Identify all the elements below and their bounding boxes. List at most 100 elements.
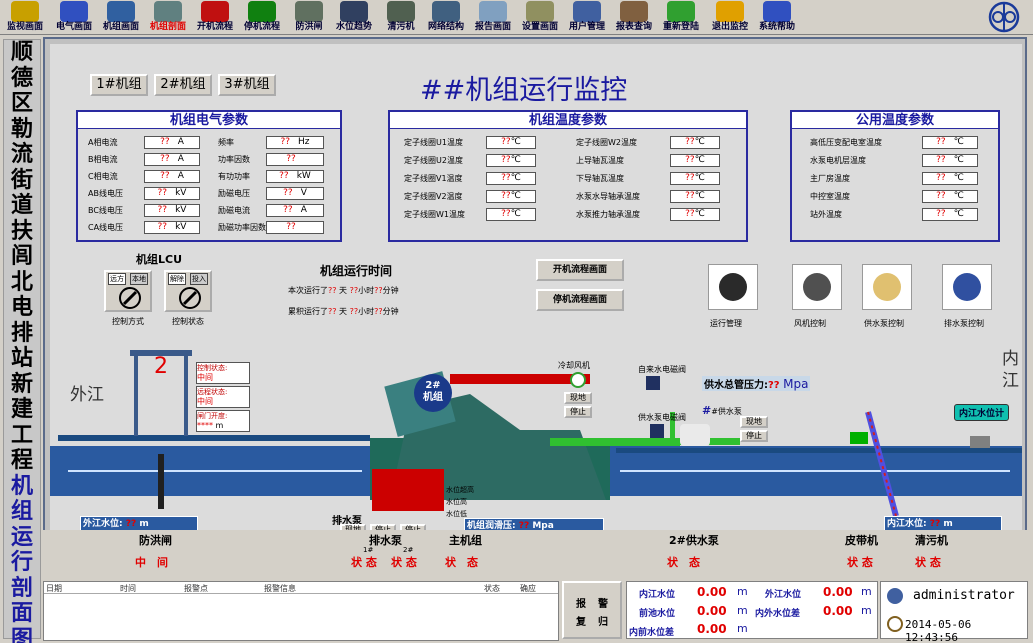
alarm-column-header: 时间 [120,584,136,593]
device-shape [873,273,901,301]
temp-label: 上导轴瓦温度 [576,156,624,165]
tap-valve-icon[interactable] [646,376,660,390]
toolbar-button-15[interactable]: 重新登陆 [658,1,704,34]
elec-value: ?? [266,221,324,234]
supply-stop-button[interactable]: 停止 [740,430,768,442]
supply-local-button[interactable]: 现地 [740,416,768,428]
toolbar-button-3[interactable]: 机组画面 [98,1,144,34]
water-levels-box: 内江水位 0.00 m 前池水位 0.00 m 内前水位差 0.00 m 外江水… [626,581,878,639]
toolbar-button-6[interactable]: 停机流程 [239,1,285,34]
public-temperature-panel: 公用温度参数 高低压变配电室温度?? ℃ 水泵电机层温度?? ℃ 主厂房温度?? ℃ 中控室… [790,110,1000,242]
value-unit: A [300,205,307,215]
value-text: ?? [685,173,695,183]
inner-level-meter-button[interactable]: 内江水位计 [954,404,1010,421]
supply-valve-label: 供水泵电磁阀 [638,413,686,422]
toolbar-button-11[interactable]: 报告画面 [470,1,516,34]
supply-pump-icon[interactable] [862,264,912,310]
logo-icon [980,1,1028,33]
stop-icon [248,1,276,22]
toolbar-button-4[interactable]: 机组剖面 [145,1,191,34]
outer-river-label: 外江 [70,385,104,405]
inner-diff-value: 0.00 [697,622,727,636]
toolbar-label: 机组剖面 [149,22,186,32]
temp-label: 水泵推力轴承温度 [576,210,640,219]
value-unit: kV [175,205,187,215]
value-text: ?? [283,205,293,215]
value-text: ?? [501,155,511,165]
outer-level-value: 0.00 [823,585,853,599]
remote-label: 远方 [108,273,126,285]
unit-1-button[interactable]: 1#机组 [90,74,148,96]
temp-value: ??℃ [486,190,536,203]
toolbar-button-1[interactable]: 监视画面 [2,1,48,34]
supply-valve-icon[interactable] [650,424,664,438]
toolbar-button-12[interactable]: 设置画面 [517,1,563,34]
elec-value: ?? V [266,187,324,200]
device-label: 运行管理 [710,319,742,328]
start-flow-button[interactable]: 开机流程画面 [536,259,624,281]
side-title: 顺德区勒流街道扶闾北电排站新建工程机组运行剖面图 [3,39,41,643]
alarm-table[interactable]: 日期 时间 报警点 报警信息 状态 确应 [43,581,559,641]
elec-value: ?? Hz [266,136,324,149]
toolbar-label: 报表查询 [615,22,652,32]
side-title-char: 行 [10,549,33,575]
unit-3-button[interactable]: 3#机组 [218,74,276,96]
toolbar-button-5[interactable]: 开机流程 [192,1,238,34]
control-mode-label: 控制方式 [112,317,144,326]
alarm-column-header: 报警信息 [264,584,296,593]
value-text: ?? [501,209,511,219]
value-unit: ℃ [694,155,705,165]
supply-pump-label: ##供水泵 [702,404,742,417]
value-unit: ℃ [953,209,964,219]
elec-value: ?? A [144,136,200,149]
toolbar-button-7[interactable]: 防洪闸 [286,1,332,34]
fan-stop-button[interactable]: 停止 [564,406,592,418]
side-title-char: 新 [10,370,33,397]
elec-value: ?? A [266,204,324,217]
report-reset-button[interactable]: 报 警 复 归 [562,581,622,639]
unit-2-button[interactable]: 2#机组 [154,74,212,96]
toolbar-button-10[interactable]: 网络结构 [423,1,469,34]
alarm-column-header: 报警点 [184,584,208,593]
drain-pump-icon[interactable] [942,264,992,310]
local-label: 本地 [130,273,148,285]
fan-icon[interactable] [708,264,758,310]
toolbar-button-16[interactable]: 退出监控 [707,1,753,34]
cooling-fan-icon[interactable] [570,372,586,388]
value-text: ?? [160,171,170,181]
supply-pump-icon[interactable] [680,424,710,446]
blower-icon[interactable] [792,264,842,310]
settings-icon [526,1,554,22]
public-label: 水泵电机层温度 [810,156,866,165]
public-value: ?? ℃ [922,172,978,185]
control-mode-switch[interactable]: 远方 本地 [104,270,152,312]
supply-pump-title: 2#供水泵 [669,534,719,547]
toolbar-button-9[interactable]: 清污机 [378,1,424,34]
public-label: 中控室温度 [810,192,850,201]
device-shape [803,273,831,301]
value-unit: ℃ [510,191,521,201]
public-label: 主厂房温度 [810,174,850,183]
cleaner-title: 清污机 [915,534,948,547]
temp-label: 定子线圈U1温度 [404,138,463,147]
value-unit: ℃ [510,137,521,147]
toolbar-button-2[interactable]: 电气画面 [51,1,97,34]
fan-local-button[interactable]: 现地 [564,392,592,404]
alarm-column-header: 状态 [484,584,500,593]
value-unit: ℃ [694,191,705,201]
toolbar-button-14[interactable]: 报表查询 [611,1,657,34]
toolbar-button-17[interactable]: 系统帮助 [754,1,800,34]
value-unit: ℃ [694,173,705,183]
toolbar-button-13[interactable]: 用户管理 [564,1,610,34]
toolbar-button-8[interactable]: 水位趋势 [331,1,377,34]
report-icon [479,1,507,22]
elec-value: ?? kV [144,221,200,234]
drain-pump-1-status: 状 态 [351,556,377,569]
value-text: ?? [283,188,293,198]
control-state-switch[interactable]: 解除 投入 [164,270,212,312]
device-label: 排水泵控制 [944,319,984,328]
monitor-icon [11,1,39,22]
stop-flow-button[interactable]: 停机流程画面 [536,289,624,311]
unit-2-motor[interactable]: 2# 机组 [414,374,452,412]
temp-label: 定子线圈U2温度 [404,156,463,165]
